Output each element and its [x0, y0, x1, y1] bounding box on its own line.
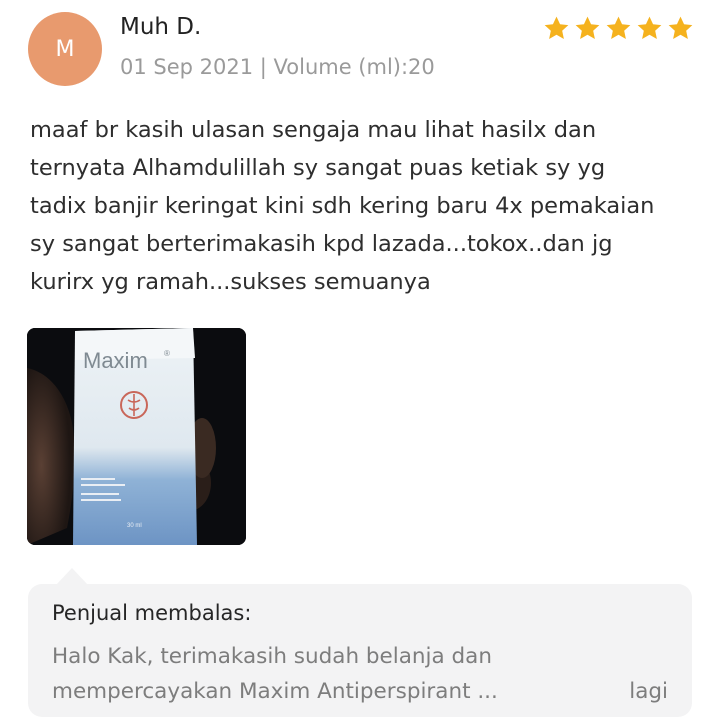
review-card: M Muh D. 01 Sep 2021 | Volume (ml):20 ma… [0, 0, 720, 720]
review-text-line: ternyata Alhamdulillah sy sangat puas ke… [30, 155, 606, 181]
seller-reply-line: mempercayakan Maxim Antiperspirant ... [52, 679, 498, 704]
star-icon [668, 16, 693, 39]
seller-reply-box[interactable]: Penjual membalas: Halo Kak, terimakasih … [28, 584, 692, 717]
reply-bubble-pointer [56, 568, 88, 585]
star-rating [542, 14, 695, 43]
product-brand-text: Maxim [83, 348, 148, 373]
avatar: M [28, 12, 102, 86]
review-text-line: sy sangat berterimakasih kpd lazada...to… [30, 231, 613, 257]
review-photo-thumbnail[interactable]: Maxim ® 30 ml [27, 328, 246, 545]
read-more-link[interactable]: lagi [629, 674, 668, 709]
star-icon [637, 16, 662, 39]
svg-text:®: ® [164, 349, 170, 358]
review-text-line: tadix banjir keringat kini sdh kering ba… [30, 193, 655, 219]
star-icon [575, 16, 600, 39]
product-volume-text: 30 ml [127, 523, 142, 529]
review-text: maaf br kasih ulasan sengaja mau lihat h… [30, 111, 700, 301]
star-icon [606, 16, 631, 39]
seller-reply-line: Halo Kak, terimakasih sudah belanja dan [52, 644, 492, 669]
star-icon [544, 16, 569, 39]
seller-reply-text: Halo Kak, terimakasih sudah belanja dan … [52, 639, 572, 709]
reviewer-name: Muh D. [120, 14, 202, 40]
avatar-initial: M [55, 36, 75, 62]
seller-reply-title: Penjual membalas: [52, 601, 252, 625]
review-text-line: kurirx yg ramah...sukses semuanya [30, 269, 431, 295]
product-photo-image: Maxim ® 30 ml [27, 328, 246, 545]
review-text-line: maaf br kasih ulasan sengaja mau lihat h… [30, 117, 597, 143]
review-date-variant: 01 Sep 2021 | Volume (ml):20 [120, 55, 435, 79]
